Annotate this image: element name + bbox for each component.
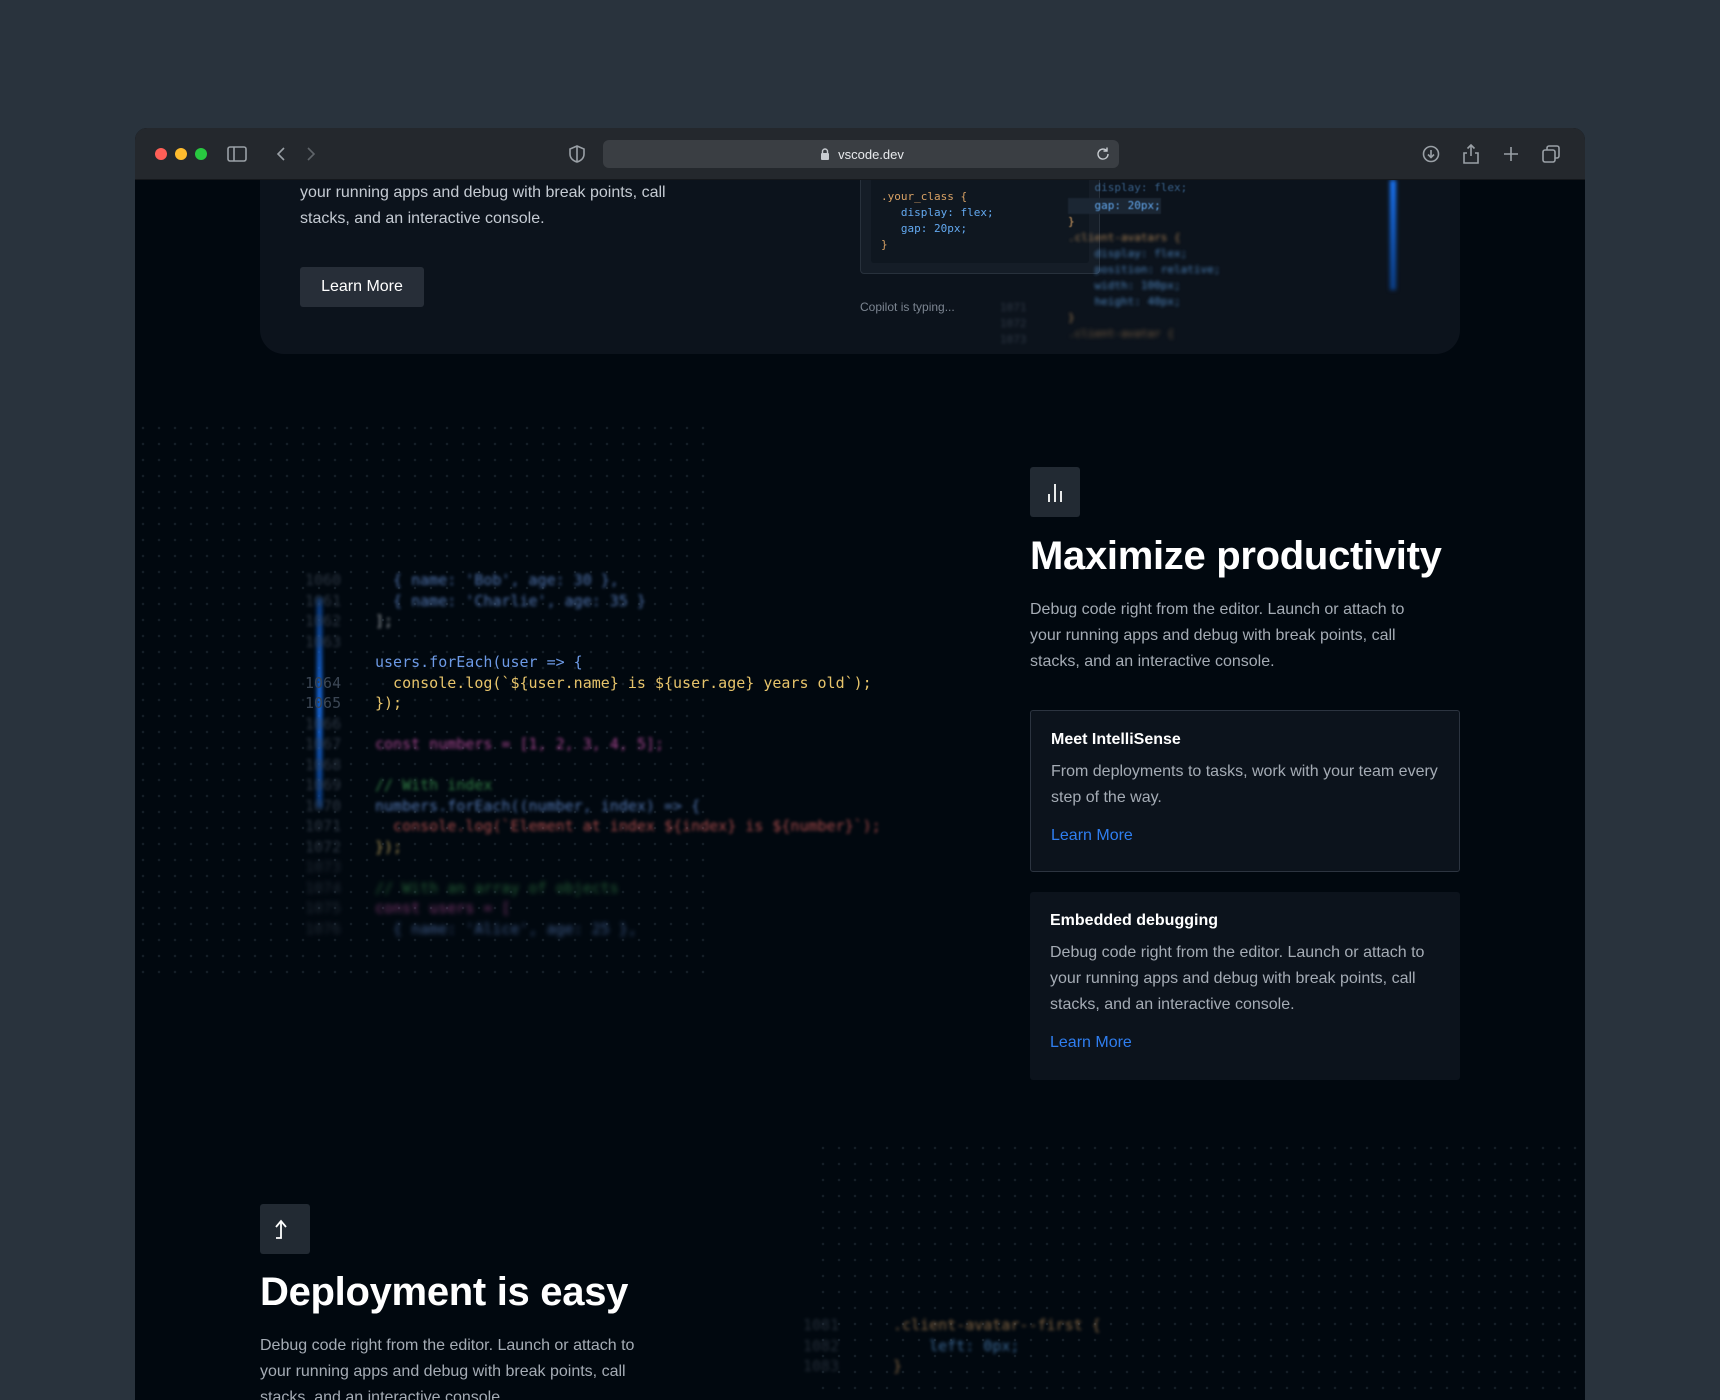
- feature-card-description: Debug code right from the editor. Launch…: [1050, 944, 1425, 1013]
- code-line: 1076 { name: 'Alice', age: 25 },: [305, 919, 637, 938]
- top-card-description: your running apps and debug with break p…: [300, 184, 666, 227]
- feature-card-title: Meet IntelliSense: [1051, 731, 1181, 748]
- learn-more-link[interactable]: Learn More: [1050, 1034, 1132, 1051]
- code-line: 1082 left: 0px;: [803, 1336, 1020, 1355]
- css-line: display: flex;: [881, 206, 994, 219]
- lock-icon: [821, 148, 830, 160]
- deploy-arrow-icon: [260, 1204, 310, 1254]
- code-line: 1074// With an array of objects: [305, 878, 619, 897]
- code-line: 1067 const numbers = [1, 2, 3, 4, 5];: [305, 735, 664, 753]
- code-line-active: 1065});: [305, 694, 403, 712]
- css-line: gap: 20px;: [881, 222, 968, 235]
- browser-window: vscode.dev your running apps and debug w…: [135, 128, 1585, 1400]
- code-line: gap: 20px;: [1068, 198, 1161, 214]
- feature-card-description: From deployments to tasks, work with you…: [1051, 763, 1438, 806]
- privacy-shield-icon[interactable]: [563, 140, 591, 168]
- minimize-window-button[interactable]: [175, 148, 187, 160]
- code-line: 1063: [305, 632, 342, 651]
- code-line: position: relative;: [1068, 263, 1221, 276]
- css-line: .your_class {: [881, 190, 968, 203]
- learn-more-button[interactable]: Learn More: [300, 267, 424, 307]
- copilot-css-popup: css .your_class { display: flex; gap: 20…: [860, 180, 1100, 274]
- sidebar-toggle-icon[interactable]: [223, 140, 251, 168]
- tab-overview-icon[interactable]: [1537, 140, 1565, 168]
- code-line: .client-avatar {: [1068, 327, 1174, 340]
- code-line: }: [1068, 311, 1075, 324]
- code-line: 1060 { name: 'Bob', age: 30 },: [305, 571, 619, 589]
- code-line-active: users.forEach(user => {: [375, 653, 583, 671]
- code-line: 1068: [305, 755, 342, 774]
- code-line: height: 40px;: [1068, 295, 1181, 308]
- url-text: vscode.dev: [838, 146, 904, 162]
- deployment-title: Deployment is easy: [260, 1270, 629, 1314]
- download-icon[interactable]: [1417, 140, 1445, 168]
- code-line: }: [1068, 215, 1075, 228]
- code-line: 1066: [305, 714, 342, 733]
- code-line: .client-avatars {: [1068, 231, 1181, 244]
- feature-card-intellisense[interactable]: Meet IntelliSense From deployments to ta…: [1030, 710, 1460, 872]
- deployment-description: Debug code right from the editor. Launch…: [260, 1337, 635, 1400]
- new-tab-icon[interactable]: [1497, 140, 1525, 168]
- code-line: 1083}: [803, 1357, 903, 1375]
- blue-glow-accent: [1390, 180, 1396, 290]
- browser-titlebar: vscode.dev: [135, 128, 1585, 180]
- address-bar[interactable]: vscode.dev: [603, 140, 1119, 168]
- code-line: 1071 console.log(`Element at index ${ind…: [305, 817, 881, 835]
- learn-more-link[interactable]: Learn More: [1051, 827, 1133, 844]
- reload-icon[interactable]: [1095, 146, 1111, 162]
- code-line: display: flex;: [1068, 181, 1188, 194]
- code-line: display: flex;: [1068, 247, 1188, 260]
- feature-card-top: your running apps and debug with break p…: [260, 180, 1460, 354]
- code-line: 1072});: [305, 837, 403, 856]
- page-content: your running apps and debug with break p…: [135, 180, 1585, 1400]
- back-icon[interactable]: [267, 140, 295, 168]
- zoom-window-button[interactable]: [195, 148, 207, 160]
- css-line: }: [881, 238, 888, 251]
- code-line: 1062];: [305, 612, 394, 630]
- code-line: 1073: [305, 858, 342, 876]
- copilot-typing-status: Copilot is typing...: [860, 300, 955, 314]
- share-icon[interactable]: [1457, 140, 1485, 168]
- code-line: 1075 const users = [: [305, 899, 511, 917]
- productivity-description: Debug code right from the editor. Launch…: [1030, 601, 1405, 670]
- css-code: .your_class { display: flex; gap: 20px; …: [871, 180, 1089, 263]
- code-line: width: 100px;: [1068, 279, 1181, 292]
- forward-icon[interactable]: [297, 140, 325, 168]
- bar-chart-icon: [1030, 467, 1080, 517]
- top-line-numbers: 1071 1072 1073: [1000, 301, 1027, 346]
- background-code-top: display: flex; gap: 20px; } .client-avat…: [1068, 180, 1388, 354]
- background-code-bottom: 1081 .client-avatar--first { 1082 left: 0…: [803, 1315, 1423, 1377]
- code-line: 1061 { name: 'Charlie', age: 35 }: [305, 591, 646, 610]
- feature-card-debugging[interactable]: Embedded debugging Debug code right from…: [1030, 892, 1460, 1080]
- close-window-button[interactable]: [155, 148, 167, 160]
- code-line: 1069// With index: [305, 776, 493, 794]
- code-line: 1081 .client-avatar--first {: [803, 1316, 1101, 1334]
- code-editor-preview: 1060 { name: 'Bob', age: 30 }, 1061 { na…: [305, 570, 965, 939]
- productivity-title: Maximize productivity: [1030, 534, 1442, 578]
- code-line-active: 1064 console.log(`${user.name} is ${user…: [305, 673, 872, 692]
- code-line: 1070 numbers.forEach((number, index) => {: [305, 796, 701, 815]
- feature-card-title: Embedded debugging: [1050, 912, 1218, 929]
